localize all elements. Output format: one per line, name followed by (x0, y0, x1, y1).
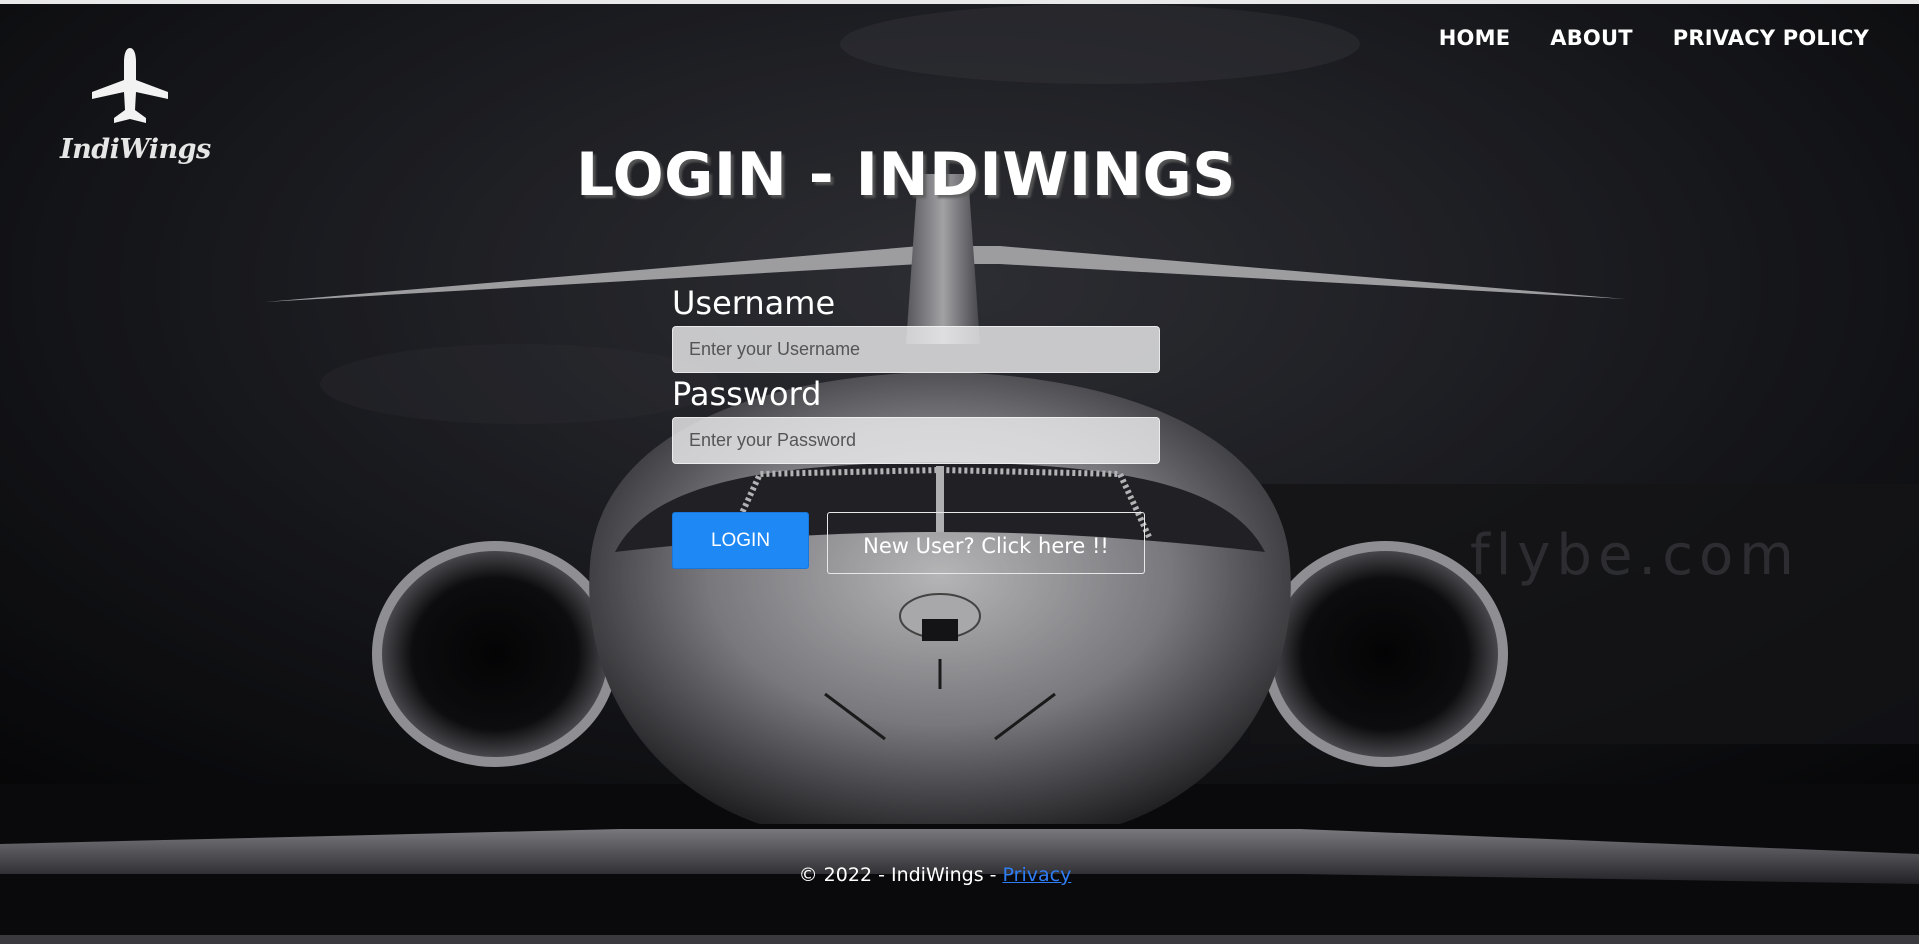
nav-about-link[interactable]: ABOUT (1550, 26, 1633, 50)
nav-privacy-policy-link[interactable]: PRIVACY POLICY (1673, 26, 1869, 50)
form-actions: LOGIN New User? Click here !! (672, 512, 1145, 574)
login-form: Username Password (672, 284, 1162, 466)
footer: © 2022 - IndiWings - Privacy (0, 864, 1870, 886)
footer-copyright: © 2022 - IndiWings - (798, 864, 1003, 886)
nav-home-link[interactable]: HOME (1439, 26, 1510, 50)
password-label: Password (672, 375, 822, 413)
username-input[interactable] (672, 326, 1160, 373)
browser-bottom-edge (0, 935, 1919, 944)
new-user-button[interactable]: New User? Click here !! (827, 512, 1145, 574)
airplane-icon (88, 46, 172, 128)
top-navigation: HOME ABOUT PRIVACY POLICY (1439, 26, 1869, 50)
login-button[interactable]: LOGIN (672, 512, 809, 569)
username-label: Username (672, 284, 836, 322)
password-input[interactable] (672, 417, 1160, 464)
brand-logo[interactable]: IndiWings (60, 46, 211, 176)
page-title: LOGIN - INDIWINGS (576, 140, 1236, 211)
brand-name: IndiWings (60, 134, 211, 165)
footer-privacy-link[interactable]: Privacy (1003, 864, 1072, 886)
